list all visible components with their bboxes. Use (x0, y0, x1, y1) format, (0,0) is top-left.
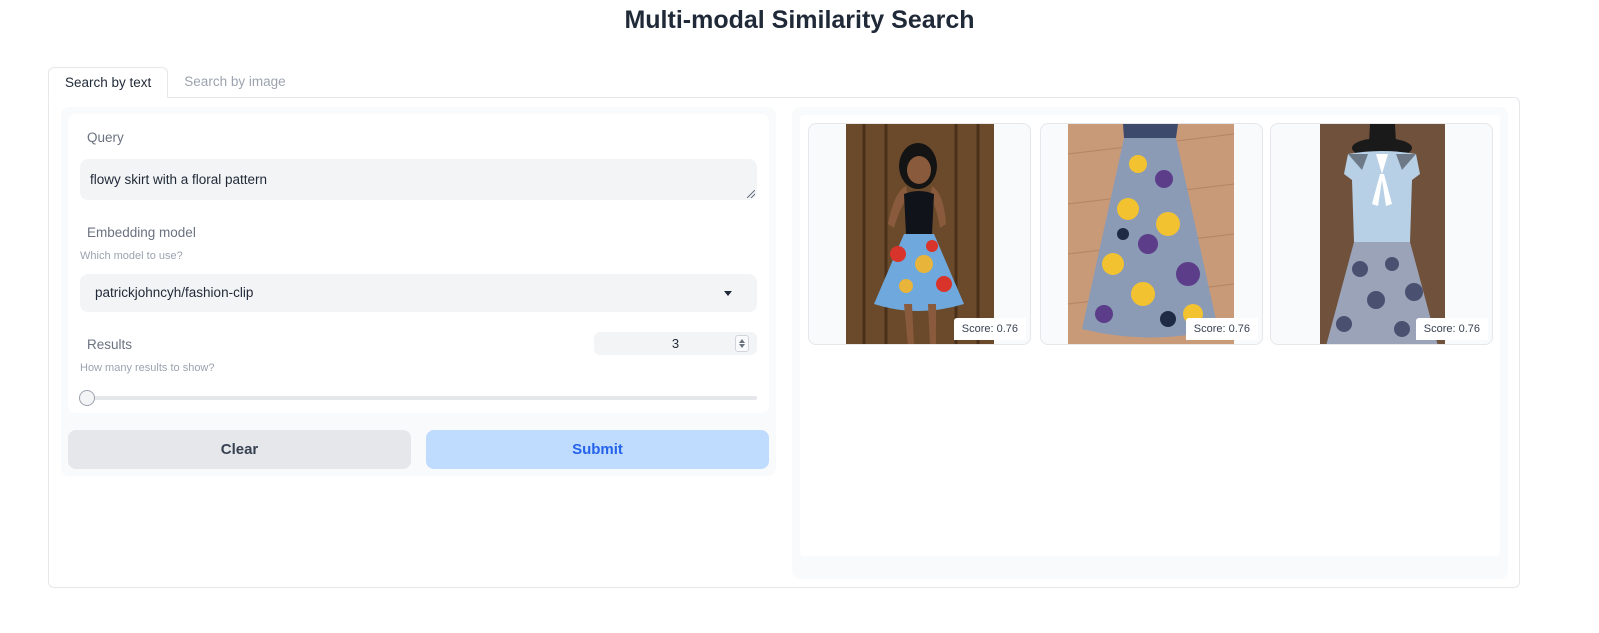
tab-search-by-text[interactable]: Search by text (48, 67, 169, 98)
query-value: flowy skirt with a floral pattern (90, 172, 268, 187)
query-input[interactable]: flowy skirt with a floral pattern (80, 159, 757, 200)
woman-in-floral-skirt-photo (846, 124, 994, 344)
results-slider-track[interactable] (80, 396, 757, 400)
results-label: Results (87, 337, 133, 352)
score-label: Score: 0.76 (1185, 318, 1258, 340)
spin-down-icon[interactable] (739, 344, 745, 348)
model-info: Which model to use? (80, 250, 183, 262)
caret-down-icon (724, 291, 732, 296)
submit-button[interactable]: Submit (426, 430, 769, 469)
page-title: Multi-modal Similarity Search (624, 6, 975, 34)
clear-button[interactable]: Clear (68, 430, 411, 469)
results-value: 3 (671, 336, 680, 351)
tab-bar: Search by text Search by image (48, 67, 302, 98)
results-slider-thumb[interactable] (79, 390, 95, 406)
score-label: Score: 0.76 (953, 318, 1026, 340)
model-dropdown[interactable]: patrickjohncyh/fashion-clip (80, 274, 757, 312)
tab-search-by-image[interactable]: Search by image (168, 67, 301, 98)
spin-up-icon[interactable] (739, 339, 745, 343)
results-info: How many results to show? (80, 362, 215, 374)
blouse-and-skirt-on-mannequin-photo (1320, 124, 1445, 344)
score-label: Score: 0.76 (1415, 318, 1488, 340)
spinner-icon[interactable] (735, 335, 749, 352)
query-label: Query (87, 130, 124, 145)
gallery-item[interactable]: Score: 0.76 (808, 123, 1031, 345)
gallery-item[interactable]: Score: 0.76 (1270, 123, 1493, 345)
resize-handle-icon[interactable] (747, 190, 755, 198)
model-label: Embedding model (87, 225, 196, 240)
model-selected-value: patrickjohncyh/fashion-clip (95, 285, 254, 300)
gallery-item[interactable]: Score: 0.76 (1040, 123, 1263, 345)
results-number-input[interactable]: 3 (594, 332, 757, 355)
floral-skirt-on-floor-photo (1068, 124, 1234, 344)
